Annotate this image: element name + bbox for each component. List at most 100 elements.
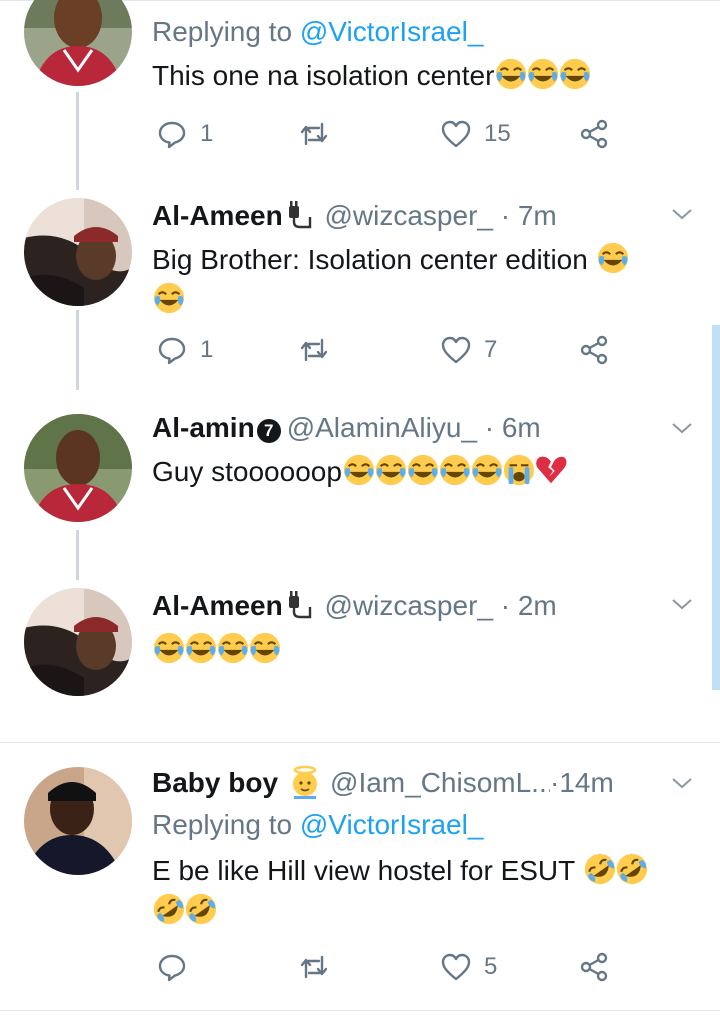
reply-icon xyxy=(158,337,186,365)
dot-separator: · xyxy=(476,412,502,443)
reply-icon xyxy=(158,954,186,982)
tweet-text: This one na isolation center xyxy=(152,56,680,96)
tweet-header: Al-amin 7 @AlaminAliyu_ · 6m xyxy=(152,408,680,448)
timestamp[interactable]: 6m xyxy=(502,412,541,443)
scrollbar[interactable] xyxy=(712,325,720,690)
share-icon xyxy=(580,952,608,982)
tweet-text-body: Big Brother: Isolation center edition xyxy=(152,244,588,275)
tweet-header: Al-Ameen @wizcasper_ · 7m xyxy=(152,196,680,236)
tweet[interactable]: Baby boy @Iam_ChisomL... · 14m Replying … xyxy=(0,743,720,1013)
face-with-tears-of-joy-icon xyxy=(152,631,186,665)
heart-icon xyxy=(441,120,471,148)
display-name[interactable]: Baby boy xyxy=(152,763,278,803)
retweet-icon xyxy=(300,955,328,979)
like-count: 7 xyxy=(484,336,498,363)
mention-link[interactable]: @VictorIsrael_ xyxy=(300,809,484,840)
tweet[interactable]: Al-Ameen @wizcasper_ · 2m xyxy=(0,580,720,740)
tweet-header: Baby boy @Iam_ChisomL... · 14m xyxy=(152,763,680,803)
rolling-on-floor-laughing-icon xyxy=(184,892,218,926)
mention-link[interactable]: @VictorIsrael_ xyxy=(300,16,484,47)
replying-to: Replying to @VictorIsrael_ xyxy=(152,12,680,52)
handle[interactable]: @wizcasper_ xyxy=(324,200,492,231)
tweet[interactable]: Al-Ameen @wizcasper_ · 7m Big Brother: I… xyxy=(0,190,720,390)
retweet-button[interactable] xyxy=(298,947,330,987)
tweet-actions: 5 xyxy=(152,947,632,987)
share-icon xyxy=(580,335,608,365)
face-with-tears-of-joy-icon xyxy=(558,57,592,91)
face-with-tears-of-joy-icon xyxy=(406,453,440,487)
replying-to: Replying to @VictorIsrael_ xyxy=(152,805,680,845)
face-with-tears-of-joy-icon xyxy=(526,57,560,91)
plug-icon xyxy=(288,591,311,619)
display-name[interactable]: Al-Ameen xyxy=(152,200,283,231)
display-name[interactable]: Al-amin xyxy=(152,412,255,443)
tweet[interactable]: Replying to @VictorIsrael_ This one na i… xyxy=(0,0,720,190)
tweet-header: Al-Ameen @wizcasper_ · 2m xyxy=(152,586,680,626)
like-button[interactable]: 5 xyxy=(440,947,497,987)
face-with-tears-of-joy-icon xyxy=(374,453,408,487)
replying-label: Replying to xyxy=(152,16,300,47)
tweet-text-body: E be like Hill view hostel for ESUT xyxy=(152,855,575,886)
heart-icon xyxy=(441,336,471,364)
retweet-button[interactable] xyxy=(298,330,330,370)
handle[interactable]: @wizcasper_ xyxy=(324,590,492,621)
avatar[interactable] xyxy=(24,198,132,306)
reply-icon xyxy=(158,121,186,149)
like-button[interactable]: 15 xyxy=(440,114,511,154)
face-with-tears-of-joy-icon xyxy=(216,631,250,665)
avatar[interactable] xyxy=(24,588,132,696)
face-with-tears-of-joy-icon xyxy=(184,631,218,665)
handle[interactable]: @Iam_ChisomL... xyxy=(330,763,550,803)
chevron-down-icon[interactable] xyxy=(670,592,694,616)
tweet-text-body: This one na isolation center xyxy=(152,60,495,91)
reply-count: 1 xyxy=(200,120,214,147)
share-icon xyxy=(580,119,608,149)
chevron-down-icon[interactable] xyxy=(670,416,694,440)
retweet-button[interactable] xyxy=(298,114,330,154)
share-button[interactable] xyxy=(578,330,610,370)
reply-button[interactable] xyxy=(156,947,188,987)
bottom-divider xyxy=(0,1010,720,1011)
tweet-text xyxy=(152,630,680,670)
face-with-tears-of-joy-icon xyxy=(342,453,376,487)
avatar[interactable] xyxy=(24,767,132,875)
reply-button[interactable]: 1 xyxy=(156,114,213,154)
avatar[interactable] xyxy=(24,0,132,86)
dot-separator: · xyxy=(492,200,518,231)
handle[interactable]: @AlaminAliyu_ xyxy=(287,412,477,443)
replying-label: Replying to xyxy=(152,809,300,840)
face-with-tears-of-joy-icon xyxy=(494,57,528,91)
rolling-on-floor-laughing-icon xyxy=(615,852,649,886)
plug-icon xyxy=(288,201,311,229)
timestamp[interactable]: 14m xyxy=(559,763,613,803)
face-with-tears-of-joy-icon xyxy=(596,241,630,275)
tweet-actions: 1 7 xyxy=(152,330,632,370)
share-button[interactable] xyxy=(578,114,610,154)
baby-angel-icon xyxy=(293,765,318,799)
face-with-tears-of-joy-icon xyxy=(438,453,472,487)
avatar[interactable] xyxy=(24,414,132,522)
display-name[interactable]: Al-Ameen xyxy=(152,590,283,621)
tweet[interactable]: Al-amin 7 @AlaminAliyu_ · 6m Guy stoooooop xyxy=(0,390,720,580)
timestamp[interactable]: 7m xyxy=(518,200,557,231)
reply-button[interactable]: 1 xyxy=(156,330,213,370)
rolling-on-floor-laughing-icon xyxy=(583,852,617,886)
thread-line xyxy=(76,92,79,190)
tweet-text: Big Brother: Isolation center edition xyxy=(152,240,680,320)
thread-line xyxy=(76,310,79,390)
broken-heart-icon xyxy=(534,453,568,487)
like-count: 5 xyxy=(484,953,498,980)
face-with-tears-of-joy-icon xyxy=(470,453,504,487)
like-button[interactable]: 7 xyxy=(440,330,497,370)
retweet-icon xyxy=(300,338,328,362)
badge-icon: 7 xyxy=(256,419,281,443)
loudly-crying-face-icon xyxy=(502,453,536,487)
chevron-down-icon[interactable] xyxy=(670,202,694,226)
face-with-tears-of-joy-icon xyxy=(248,631,282,665)
rolling-on-floor-laughing-icon xyxy=(152,892,186,926)
tweet-text: E be like Hill view hostel for ESUT xyxy=(152,851,680,931)
like-count: 15 xyxy=(484,120,511,147)
chevron-down-icon[interactable] xyxy=(670,771,694,795)
timestamp[interactable]: 2m xyxy=(518,590,557,621)
share-button[interactable] xyxy=(578,947,610,987)
